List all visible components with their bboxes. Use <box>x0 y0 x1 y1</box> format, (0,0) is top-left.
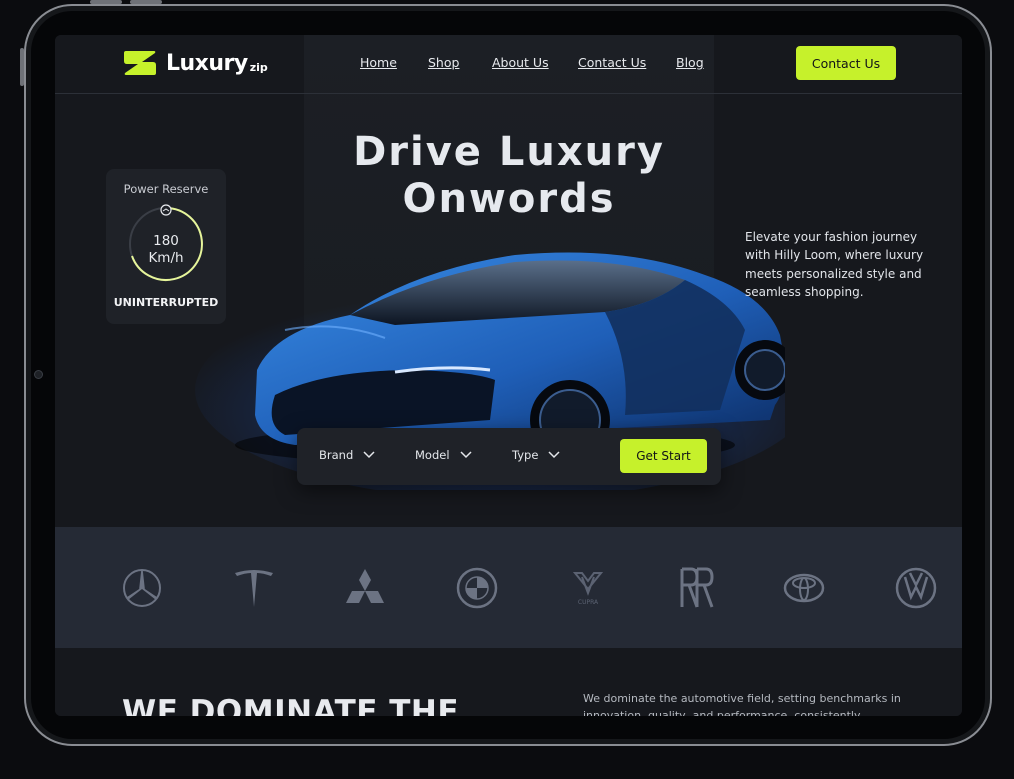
logo-z-icon <box>124 51 156 75</box>
rolls-royce-logo[interactable] <box>677 567 719 609</box>
header-contact-button[interactable]: Contact Us <box>796 46 896 80</box>
type-dropdown[interactable]: Type <box>512 448 560 462</box>
chevron-down-icon <box>363 451 375 459</box>
dominate-heading: WE DOMINATE THE <box>122 694 460 716</box>
hero-description: Elevate your fashion journey with Hilly … <box>745 230 924 299</box>
nav-contact-us[interactable]: Contact Us <box>578 55 646 70</box>
tablet-power-button <box>20 48 24 86</box>
type-dropdown-label: Type <box>512 448 539 462</box>
chevron-down-icon <box>548 451 560 459</box>
tablet-volume-button <box>90 0 122 4</box>
cupra-wordmark: CUPRA <box>578 599 599 606</box>
cupra-logo[interactable]: CUPRA <box>567 567 609 609</box>
tablet-volume-button <box>130 0 162 4</box>
power-reserve-footer: UNINTERRUPTED <box>113 296 219 309</box>
site-logo[interactable]: Luxury zip <box>122 49 268 77</box>
hero-title: Drive Luxury Onwords <box>304 129 714 223</box>
nav-home[interactable]: Home <box>360 55 397 70</box>
get-start-button[interactable]: Get Start <box>620 439 707 473</box>
mitsubishi-logo[interactable] <box>344 567 386 609</box>
model-dropdown[interactable]: Model <box>415 448 472 462</box>
brand-dropdown[interactable]: Brand <box>319 448 375 462</box>
brand-dropdown-label: Brand <box>319 448 354 462</box>
power-reserve-card: Power Reserve 180 Km/h UNINTERRUPTED <box>106 169 226 324</box>
logo-text: Luxury <box>166 50 248 76</box>
car-filter-bar: Brand Model Type Get Start <box>297 428 721 485</box>
power-reserve-value: 180 <box>153 233 179 249</box>
nav-blog[interactable]: Blog <box>676 55 704 70</box>
power-reserve-label: Power Reserve <box>123 182 209 196</box>
hero-title-line1: Drive Luxury <box>353 129 665 175</box>
tablet-camera <box>34 370 43 379</box>
bmw-logo[interactable] <box>456 567 498 609</box>
model-dropdown-label: Model <box>415 448 450 462</box>
logo-suffix: zip <box>249 60 268 74</box>
power-reserve-unit: Km/h <box>148 250 184 266</box>
dominate-section: WE DOMINATE THE We dominate the automoti… <box>55 648 962 716</box>
dominate-description: We dominate the automotive field, settin… <box>583 692 901 716</box>
nav-about-us[interactable]: About Us <box>492 55 549 70</box>
header-divider <box>55 93 962 94</box>
website-screen: Luxury zip Home Shop About Us Contact Us… <box>55 35 962 716</box>
nav-shop[interactable]: Shop <box>428 55 459 70</box>
volkswagen-logo[interactable] <box>895 567 937 609</box>
brand-logo-strip: CUPRA <box>55 527 962 648</box>
mercedes-benz-logo[interactable] <box>121 567 163 609</box>
chevron-down-icon <box>460 451 472 459</box>
tesla-logo[interactable] <box>233 567 275 609</box>
hero-title-line2: Onwords <box>402 176 616 222</box>
toyota-logo[interactable] <box>783 567 825 609</box>
